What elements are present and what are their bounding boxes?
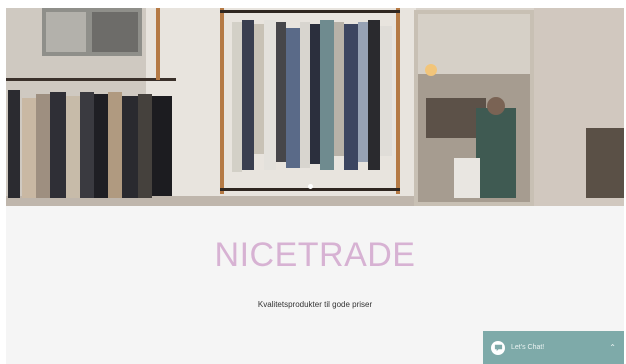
brand-tagline: Kvalitetsprodukter til gode priser: [257, 300, 373, 309]
carousel-dot[interactable]: [308, 184, 313, 189]
chevron-up-icon[interactable]: ⌃: [609, 343, 616, 352]
hero-image: [6, 8, 624, 206]
brand-title: NICETRADE: [214, 236, 416, 274]
chat-bubble-icon: [491, 340, 505, 355]
chat-label: Let's Chat!: [511, 344, 545, 351]
chat-widget-button[interactable]: Let's Chat! ⌃: [483, 331, 624, 364]
hero-banner: [6, 8, 624, 206]
page: NICETRADE Kvalitetsprodukter til gode pr…: [6, 8, 624, 364]
